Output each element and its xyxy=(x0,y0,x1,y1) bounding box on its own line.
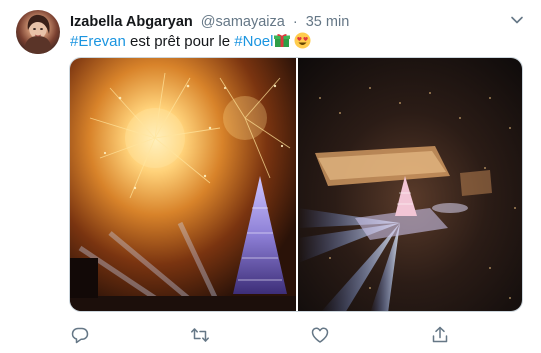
fireworks-tree-photo[interactable] xyxy=(70,58,296,312)
avatar[interactable] xyxy=(16,10,60,54)
aerial-square-photo[interactable] xyxy=(298,58,523,312)
separator-dot: · xyxy=(292,14,298,30)
reply-icon[interactable] xyxy=(70,325,90,345)
tweet-actions xyxy=(70,325,470,347)
author-handle[interactable]: @samayaiza xyxy=(201,14,285,30)
retweet-icon[interactable] xyxy=(190,325,210,345)
tweet-time[interactable]: 35 min xyxy=(306,14,350,30)
tweet-card[interactable]: Izabella Abgaryan @samayaiza · 35 min #E… xyxy=(0,0,541,353)
hashtag-noel[interactable]: #Noel xyxy=(234,33,273,50)
tweet-text-middle: est prêt pour le xyxy=(125,33,235,50)
heart-eyes-icon xyxy=(294,32,311,49)
chevron-down-icon[interactable] xyxy=(509,12,525,28)
hashtag-erevan[interactable]: #Erevan xyxy=(70,33,126,50)
share-icon[interactable] xyxy=(430,325,450,345)
media-grid[interactable] xyxy=(69,57,523,312)
tweet-text: #Erevan est prêt pour le #Noel xyxy=(70,32,311,52)
tweet-header: Izabella Abgaryan @samayaiza · 35 min xyxy=(70,13,521,31)
author-name[interactable]: Izabella Abgaryan xyxy=(70,14,193,30)
like-icon[interactable] xyxy=(310,325,330,345)
wrapped-gift-icon xyxy=(274,33,291,48)
